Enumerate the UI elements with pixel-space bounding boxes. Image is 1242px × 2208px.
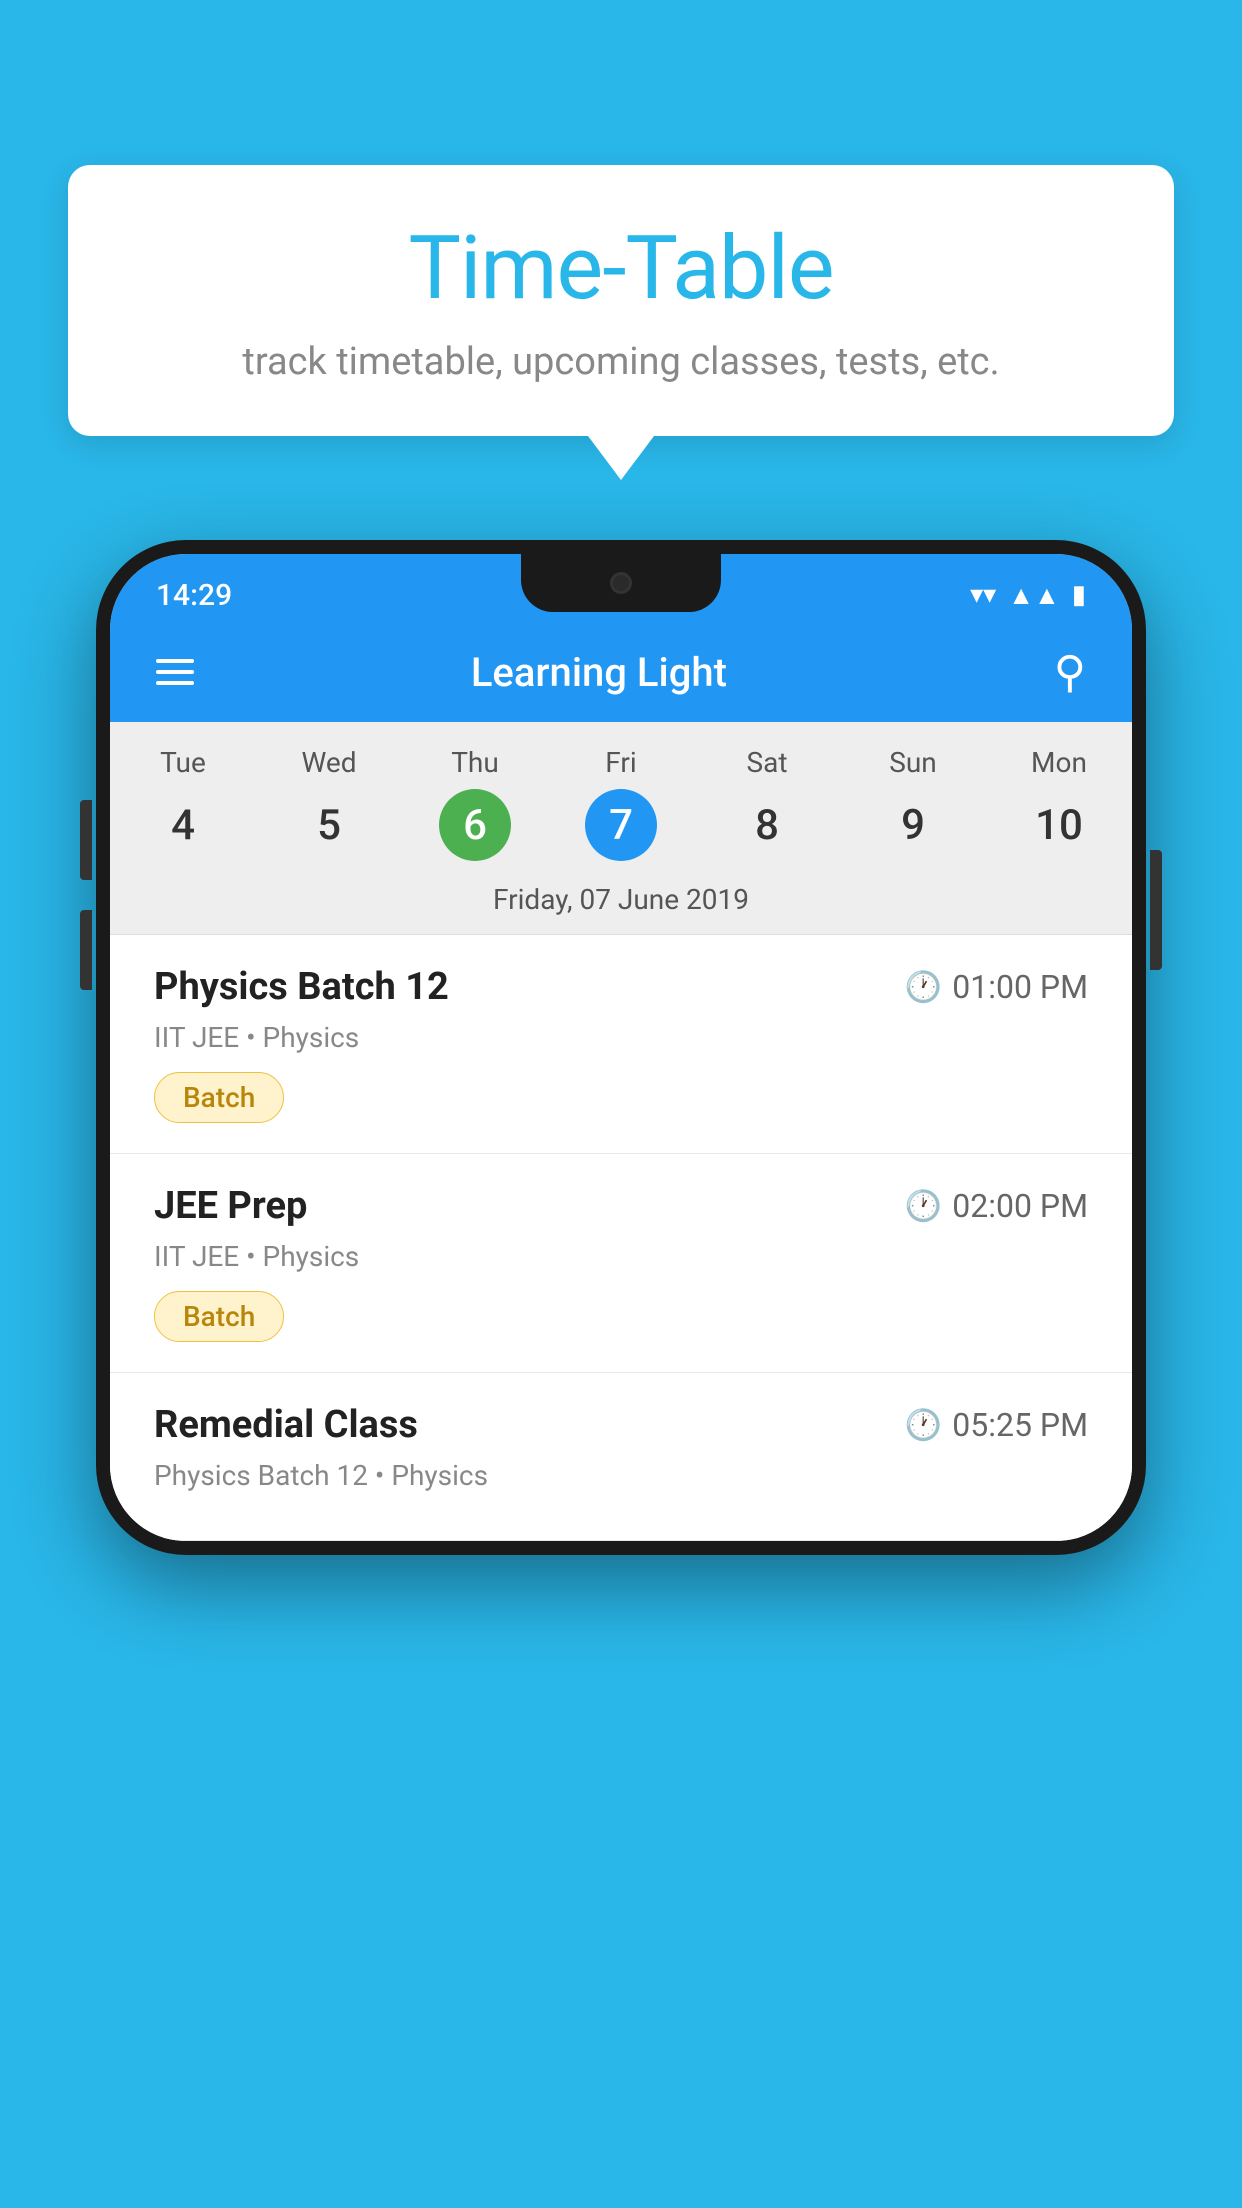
schedule-list: Physics Batch 12 🕐 01:00 PM IIT JEE • Ph… <box>110 935 1132 1541</box>
phone-outer: 14:29 ▾▾ ▲▲ ▮ Learning Light ⚲ <box>96 540 1146 1555</box>
schedule-item-sub: IIT JEE • Physics <box>154 1240 1088 1273</box>
speech-bubble: Time-Table track timetable, upcoming cla… <box>68 165 1174 436</box>
signal-icon: ▲▲ <box>1008 580 1059 611</box>
day-number: 10 <box>1023 789 1095 861</box>
schedule-item-time: 🕐 02:00 PM <box>905 1187 1088 1225</box>
schedule-item-header: Remedial Class 🕐 05:25 PM <box>154 1403 1088 1447</box>
status-time: 14:29 <box>156 572 232 613</box>
calendar-day-9[interactable]: Sun 9 <box>840 740 986 867</box>
day-name: Fri <box>605 746 636 779</box>
day-number: 4 <box>147 789 219 861</box>
schedule-item-name: Remedial Class <box>154 1403 418 1447</box>
wifi-icon: ▾▾ <box>970 580 996 610</box>
phone-mockup: 14:29 ▾▾ ▲▲ ▮ Learning Light ⚲ <box>96 540 1146 1555</box>
calendar-day-5[interactable]: Wed 5 <box>256 740 402 867</box>
calendar-day-4[interactable]: Tue 4 <box>110 740 256 867</box>
app-bar: Learning Light ⚲ <box>110 622 1132 722</box>
day-number: 7 <box>585 789 657 861</box>
day-name: Tue <box>160 746 206 779</box>
bubble-subtitle: track timetable, upcoming classes, tests… <box>128 340 1114 384</box>
search-button[interactable]: ⚲ <box>1054 646 1086 698</box>
schedule-item-time: 🕐 05:25 PM <box>905 1406 1088 1444</box>
schedule-item-header: Physics Batch 12 🕐 01:00 PM <box>154 965 1088 1009</box>
front-camera <box>610 572 632 594</box>
schedule-item-name: Physics Batch 12 <box>154 965 449 1009</box>
day-name: Mon <box>1031 746 1087 779</box>
selected-date-label: Friday, 07 June 2019 <box>110 871 1132 935</box>
calendar-day-7[interactable]: Fri 7 <box>548 740 694 867</box>
schedule-item[interactable]: Remedial Class 🕐 05:25 PM Physics Batch … <box>110 1373 1132 1541</box>
schedule-item-time: 🕐 01:00 PM <box>905 968 1088 1006</box>
day-number: 5 <box>293 789 365 861</box>
day-number: 6 <box>439 789 511 861</box>
calendar-week-row: Tue 4 Wed 5 Thu 6 Fri 7 Sat 8 Sun 9 Mon 10 <box>110 722 1132 871</box>
day-name: Sun <box>889 746 937 779</box>
day-number: 8 <box>731 789 803 861</box>
phone-notch <box>521 554 721 612</box>
calendar-day-6[interactable]: Thu 6 <box>402 740 548 867</box>
clock-icon: 🕐 <box>905 1189 942 1224</box>
day-name: Thu <box>451 746 499 779</box>
schedule-item-sub: Physics Batch 12 • Physics <box>154 1459 1088 1492</box>
day-name: Sat <box>746 746 787 779</box>
volume-down-button <box>80 910 92 990</box>
schedule-item-name: JEE Prep <box>154 1184 307 1228</box>
schedule-item-sub: IIT JEE • Physics <box>154 1021 1088 1054</box>
status-icons: ▾▾ ▲▲ ▮ <box>970 574 1086 611</box>
schedule-item-header: JEE Prep 🕐 02:00 PM <box>154 1184 1088 1228</box>
schedule-item[interactable]: JEE Prep 🕐 02:00 PM IIT JEE • Physics Ba… <box>110 1154 1132 1373</box>
bubble-title: Time-Table <box>128 217 1114 320</box>
calendar-day-8[interactable]: Sat 8 <box>694 740 840 867</box>
batch-badge: Batch <box>154 1291 284 1342</box>
calendar-day-10[interactable]: Mon 10 <box>986 740 1132 867</box>
schedule-item[interactable]: Physics Batch 12 🕐 01:00 PM IIT JEE • Ph… <box>110 935 1132 1154</box>
phone-screen: 14:29 ▾▾ ▲▲ ▮ Learning Light ⚲ <box>110 554 1132 1541</box>
clock-icon: 🕐 <box>905 1408 942 1443</box>
hamburger-menu[interactable] <box>156 659 194 685</box>
day-name: Wed <box>301 746 356 779</box>
app-title: Learning Light <box>226 649 972 696</box>
batch-badge: Batch <box>154 1072 284 1123</box>
power-button <box>1150 850 1162 970</box>
day-number: 9 <box>877 789 949 861</box>
clock-icon: 🕐 <box>905 970 942 1005</box>
volume-up-button <box>80 800 92 880</box>
battery-icon: ▮ <box>1072 580 1086 610</box>
